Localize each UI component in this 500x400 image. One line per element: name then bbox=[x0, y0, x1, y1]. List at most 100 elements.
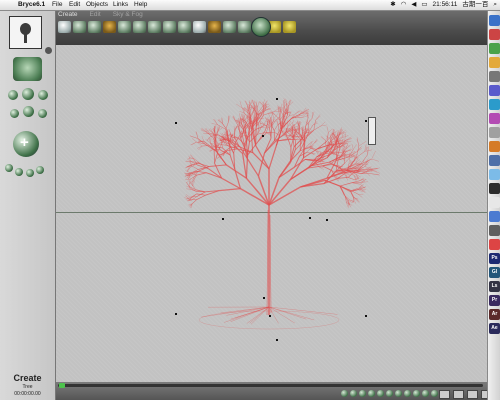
dock-app-icon[interactable] bbox=[489, 197, 500, 208]
tree-wireframe[interactable] bbox=[56, 45, 487, 382]
scene-viewport[interactable] bbox=[56, 45, 487, 382]
volume-icon[interactable]: ◀ bbox=[411, 0, 416, 10]
keyframe-button[interactable] bbox=[422, 390, 429, 397]
camera-trackball[interactable] bbox=[22, 88, 34, 100]
forward-button[interactable] bbox=[368, 390, 375, 397]
bounding-handle[interactable] bbox=[262, 135, 264, 137]
menu-file[interactable]: File bbox=[52, 0, 62, 10]
disc-tool[interactable] bbox=[193, 21, 206, 33]
menu-help[interactable]: Help bbox=[134, 0, 147, 10]
battery-icon[interactable]: ▭ bbox=[421, 0, 427, 10]
dock-app-icon[interactable]: Ae bbox=[489, 323, 500, 334]
dock-app-icon[interactable] bbox=[489, 155, 500, 166]
dock-app-icon[interactable] bbox=[489, 57, 500, 68]
dock-app-icon[interactable] bbox=[489, 15, 500, 26]
add-key-button[interactable] bbox=[404, 390, 411, 397]
render-button[interactable] bbox=[23, 106, 34, 117]
input-method[interactable]: 古期一百 bbox=[462, 0, 488, 10]
bounding-handle[interactable] bbox=[263, 297, 265, 299]
menu-objects[interactable]: Objects bbox=[86, 0, 108, 10]
view-control-pad[interactable] bbox=[13, 57, 42, 81]
bounding-handle[interactable] bbox=[269, 315, 271, 317]
dock-app-icon[interactable]: Ar bbox=[489, 309, 500, 320]
square-tool[interactable] bbox=[238, 21, 251, 33]
bryce-logo-icon[interactable] bbox=[251, 17, 271, 37]
pyramid-tool[interactable] bbox=[223, 21, 236, 33]
torus-tool[interactable] bbox=[178, 21, 191, 33]
control-ball-1[interactable] bbox=[5, 164, 13, 172]
radial-light-tool[interactable] bbox=[283, 21, 296, 33]
bounding-handle[interactable] bbox=[326, 219, 328, 221]
bounding-handle[interactable] bbox=[222, 218, 224, 220]
rewind-button[interactable] bbox=[341, 390, 348, 397]
bounding-handle[interactable] bbox=[175, 313, 177, 315]
view-mode-b[interactable] bbox=[453, 390, 464, 399]
dock-app-icon[interactable] bbox=[489, 127, 500, 138]
control-ball-3[interactable] bbox=[26, 169, 34, 177]
camera-left-button[interactable] bbox=[8, 90, 18, 100]
render-small-button[interactable] bbox=[10, 109, 19, 118]
bounding-handle[interactable] bbox=[276, 98, 278, 100]
menu-edit[interactable]: Edit bbox=[69, 0, 80, 10]
bounding-handle[interactable] bbox=[365, 315, 367, 317]
dock-app-icon[interactable] bbox=[489, 141, 500, 152]
control-ball-2[interactable] bbox=[15, 168, 23, 176]
time-scrubber[interactable] bbox=[59, 383, 65, 388]
dock-app-icon[interactable] bbox=[489, 29, 500, 40]
sphere-tool[interactable] bbox=[118, 21, 131, 33]
dock-app-icon[interactable] bbox=[489, 239, 500, 250]
dock-app-icon[interactable] bbox=[489, 113, 500, 124]
dock-app-icon[interactable]: Ls bbox=[489, 281, 500, 292]
bounding-handle[interactable] bbox=[276, 339, 278, 341]
preview-options-button[interactable] bbox=[45, 47, 52, 54]
menu-clock[interactable]: 21:56:11 bbox=[433, 0, 458, 10]
object-attributes-popup[interactable] bbox=[368, 117, 376, 145]
object-type-label: Tree bbox=[22, 384, 33, 390]
cone-tool[interactable] bbox=[163, 21, 176, 33]
tree-tool[interactable] bbox=[103, 21, 116, 33]
remove-key-button[interactable] bbox=[413, 390, 420, 397]
view-mode-a[interactable] bbox=[439, 390, 450, 399]
bounding-handle[interactable] bbox=[365, 120, 367, 122]
tab-sky-fog[interactable]: Sky & Fog bbox=[113, 11, 143, 18]
bounding-handle[interactable] bbox=[175, 122, 177, 124]
dock-app-icon[interactable] bbox=[489, 211, 500, 222]
app-menu[interactable]: Bryce6.1 bbox=[18, 0, 45, 10]
bounding-handle[interactable] bbox=[309, 217, 311, 219]
tab-create[interactable]: Create bbox=[58, 11, 78, 18]
control-ball-4[interactable] bbox=[36, 166, 44, 174]
tab-edit[interactable]: Edit bbox=[90, 11, 101, 18]
record-button[interactable] bbox=[377, 390, 384, 397]
dock-app-icon[interactable] bbox=[489, 85, 500, 96]
terrain-tool[interactable] bbox=[73, 21, 86, 33]
water-plane-tool[interactable] bbox=[58, 21, 71, 33]
render-ball[interactable]: + bbox=[13, 131, 39, 157]
key-button[interactable] bbox=[395, 390, 402, 397]
dock-app-icon[interactable] bbox=[489, 169, 500, 180]
wifi-icon[interactable]: ◠ bbox=[401, 0, 407, 10]
loop-button[interactable] bbox=[386, 390, 393, 397]
view-mode-c[interactable] bbox=[467, 390, 478, 399]
dock-app-icon[interactable]: Ps bbox=[489, 253, 500, 264]
camera-right-button[interactable] bbox=[38, 90, 48, 100]
cube-tool[interactable] bbox=[133, 21, 146, 33]
dock-app-icon[interactable] bbox=[489, 225, 500, 236]
timeline-track[interactable] bbox=[58, 384, 483, 387]
dock-app-icon[interactable] bbox=[489, 183, 500, 194]
stone-tool[interactable] bbox=[88, 21, 101, 33]
dock-app-icon[interactable]: Pr bbox=[489, 295, 500, 306]
menu-links[interactable]: Links bbox=[113, 0, 128, 10]
memory-dots-button[interactable] bbox=[431, 390, 438, 397]
render-options-button[interactable] bbox=[38, 109, 47, 118]
dock-app-icon[interactable]: Gl bbox=[489, 267, 500, 278]
play-button[interactable] bbox=[350, 390, 357, 397]
nano-preview[interactable] bbox=[9, 16, 42, 49]
dock-app-icon[interactable] bbox=[489, 99, 500, 110]
dock-app-icon[interactable] bbox=[489, 71, 500, 82]
bluetooth-icon[interactable]: ✱ bbox=[390, 0, 395, 10]
spotlight-icon[interactable]: ⌕ bbox=[493, 0, 497, 10]
tree-object-tool[interactable] bbox=[208, 21, 221, 33]
dock-app-icon[interactable] bbox=[489, 43, 500, 54]
cylinder-tool[interactable] bbox=[148, 21, 161, 33]
stop-button[interactable] bbox=[359, 390, 366, 397]
